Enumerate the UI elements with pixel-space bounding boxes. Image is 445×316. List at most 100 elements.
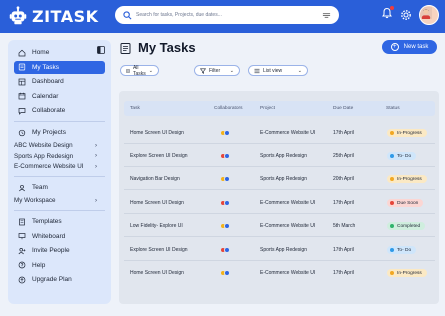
sidebar-item-help[interactable]: Help (14, 259, 105, 272)
plus-icon: + (390, 43, 399, 51)
user-avatar[interactable] (419, 5, 439, 25)
sidebar-item-label: Help (32, 261, 46, 269)
project-name: E-Commerce Website UI (14, 163, 84, 171)
search-input[interactable] (136, 12, 322, 18)
status-badge[interactable]: In-Progress (387, 269, 427, 277)
new-task-button[interactable]: + New task (382, 40, 437, 54)
dashboard-icon (18, 78, 26, 85)
table-row[interactable]: Low Fidelity- Explore UI E-Commerce Websi… (124, 215, 435, 237)
workspace-name: My Workspace (14, 197, 56, 205)
sidebar-item-whiteboard[interactable]: Whiteboard (14, 230, 105, 243)
divider (14, 121, 105, 122)
task-name: Explore Screen UI Design (130, 247, 188, 253)
home-icon (18, 49, 26, 56)
app-logo[interactable]: ZITASK (7, 5, 99, 27)
status-label: Due Soon (397, 200, 419, 206)
filter-sliders-icon[interactable] (322, 11, 331, 20)
gear-icon[interactable] (400, 9, 412, 21)
collaborator-avatars[interactable] (220, 200, 230, 206)
list-view-dropdown[interactable]: List view ⌄ (248, 65, 308, 76)
sidebar: Home My Tasks Dashboard Calendar Collabo… (8, 40, 111, 304)
table-row[interactable]: Home Screen UI Design E-Commerce Website … (124, 192, 435, 214)
sidebar-item-upgrade-plan[interactable]: Upgrade Plan (14, 273, 105, 286)
tasks-icon (18, 63, 26, 71)
collaborator-avatars[interactable] (220, 247, 230, 253)
sidebar-item-label: Collaborate (32, 107, 66, 114)
status-badge[interactable]: To- Do (387, 152, 417, 160)
collaborator-avatars[interactable] (220, 153, 230, 159)
sidebar-item-my-projects[interactable]: My Projects (14, 126, 105, 139)
sidebar-item-my-tasks[interactable]: My Tasks (14, 60, 105, 74)
project-name: Sports App Redesign (260, 247, 307, 253)
project-item[interactable]: Sports App Redesign › (14, 151, 105, 162)
table-row[interactable]: Home Screen UI Design E-Commerce Website … (124, 262, 435, 284)
team-icon (19, 184, 25, 191)
chat-icon (18, 107, 26, 115)
project-name: E-Commerce Website UI (260, 130, 316, 136)
table-header: Task Collaborators Project Due Date Stat… (124, 101, 435, 116)
status-label: In-Progress (397, 176, 422, 182)
search-bar[interactable] (115, 6, 339, 24)
column-header-task[interactable]: Task (130, 106, 140, 111)
sidebar-item-home[interactable]: Home (14, 46, 105, 59)
collaborator-avatar (224, 270, 230, 276)
app-name: ZITASK (32, 6, 99, 26)
sidebar-item-dashboard[interactable]: Dashboard (14, 75, 105, 88)
task-name: Home Screen UI Design (130, 270, 184, 276)
tasks-list-icon (126, 68, 130, 73)
sidebar-item-team[interactable]: Team (14, 181, 105, 194)
collaborator-avatar (224, 200, 230, 206)
sidebar-item-calendar[interactable]: Calendar (14, 90, 105, 103)
project-item[interactable]: ABC Website Design › (14, 141, 105, 152)
due-date: 17th April (333, 130, 354, 136)
search-icon (123, 10, 132, 19)
status-dot-icon (390, 224, 394, 228)
workspace-item[interactable]: My Workspace › (14, 196, 105, 207)
project-item[interactable]: E-Commerce Website UI › (14, 162, 105, 173)
status-badge[interactable]: In-Progress (387, 175, 427, 183)
top-bar: ZITASK (0, 0, 445, 33)
status-badge[interactable]: Due Soon (387, 199, 424, 207)
collapse-sidebar-icon[interactable] (97, 46, 105, 54)
invite-icon (18, 247, 26, 254)
due-date: 17th April (333, 270, 354, 276)
table-row[interactable]: Navigation Bar Design Sports App Redesign… (124, 168, 435, 190)
sidebar-item-collaborate[interactable]: Collaborate (14, 104, 105, 117)
page-title: My Tasks (138, 40, 196, 55)
column-header-collaborators[interactable]: Collaborators (214, 106, 243, 111)
status-label: In-Progress (397, 270, 422, 276)
task-name: Navigation Bar Design (130, 176, 180, 182)
robot-logo-icon (9, 6, 27, 25)
status-dot-icon (390, 248, 394, 252)
project-name: Sports App Redesign (260, 176, 307, 182)
collaborator-avatars[interactable] (220, 223, 230, 229)
filter-dropdown[interactable]: Filter ⌄ (194, 65, 240, 76)
help-icon (18, 261, 26, 269)
notification-button[interactable] (381, 6, 394, 24)
sidebar-item-label: Whiteboard (32, 232, 66, 240)
column-header-due-date[interactable]: Due Date (333, 106, 353, 111)
all-tasks-dropdown[interactable]: All Tasks ⌄ (120, 65, 159, 77)
due-date: 5th March (333, 223, 356, 229)
status-badge[interactable]: In-Progress (387, 129, 427, 137)
status-badge[interactable]: To- Do (387, 246, 417, 254)
column-header-status[interactable]: Status (386, 106, 400, 111)
collaborator-avatars[interactable] (220, 130, 230, 136)
collaborator-avatar (224, 153, 230, 159)
sidebar-item-label: Calendar (32, 92, 59, 100)
notification-dot (390, 6, 394, 10)
sidebar-item-templates[interactable]: Templates (14, 215, 105, 228)
collaborator-avatars[interactable] (220, 270, 230, 276)
collaborator-avatars[interactable] (220, 176, 230, 182)
upgrade-icon (18, 276, 26, 283)
column-header-project[interactable]: Project (260, 106, 275, 111)
sidebar-item-invite-people[interactable]: Invite People (14, 244, 105, 257)
status-badge[interactable]: Completed (387, 222, 426, 230)
sidebar-item-label: Templates (32, 218, 62, 225)
table-row[interactable]: Home Screen UI Design E-Commerce Website … (124, 122, 435, 144)
table-row[interactable]: Explore Screen UI Design Sports App Redes… (124, 239, 435, 261)
collaborator-avatar (224, 176, 230, 182)
table-row[interactable]: Explore Screen UI Design Sports App Redes… (124, 145, 435, 167)
folder-icon (18, 129, 26, 136)
calendar-icon (18, 92, 26, 100)
